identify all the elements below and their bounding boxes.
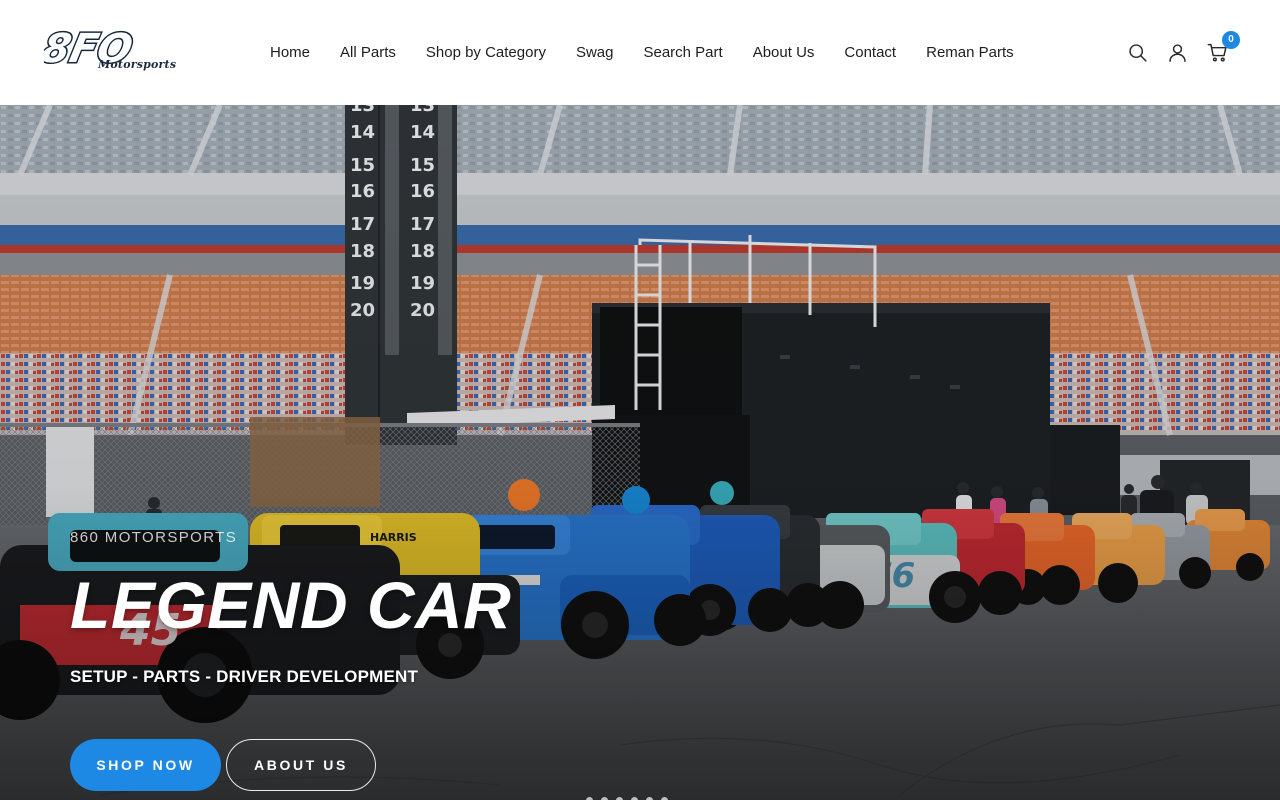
nav-reman-parts[interactable]: Reman Parts (911, 43, 1029, 63)
nav-contact[interactable]: Contact (829, 43, 911, 63)
site-header: 8FO Motorsports Home All Parts Shop by C… (0, 0, 1280, 105)
search-button[interactable] (1126, 42, 1148, 64)
logo-mark: 8FO (36, 22, 138, 72)
shop-now-button[interactable]: SHOP NOW (70, 739, 221, 791)
nav-about-us[interactable]: About Us (738, 43, 830, 63)
account-button[interactable] (1166, 42, 1188, 64)
nav-shop-by-category[interactable]: Shop by Category (411, 43, 561, 63)
nav-home[interactable]: Home (270, 43, 325, 63)
hero-banner: 13 14 15 16 17 18 19 20 13 14 15 16 17 1… (0, 105, 1280, 800)
hero-content: 860 MOTORSPORTS LEGEND CAR SETUP - PARTS… (70, 105, 770, 800)
nav-all-parts[interactable]: All Parts (325, 43, 411, 63)
nav-swag[interactable]: Swag (561, 43, 629, 63)
nav-search-part[interactable]: Search Part (628, 43, 737, 63)
search-icon (1128, 44, 1147, 62)
cart-count-badge: 0 (1222, 30, 1240, 49)
site-logo[interactable]: 8FO Motorsports (36, 22, 177, 82)
header-actions: 0 (1126, 30, 1240, 64)
logo-subtext: Motorsports (98, 57, 177, 71)
user-icon (1168, 44, 1186, 62)
hero-title: LEGEND CAR (70, 568, 512, 642)
hero-eyebrow: 860 MOTORSPORTS (70, 529, 238, 546)
main-nav: Home All Parts Shop by Category Swag Sea… (270, 43, 1029, 63)
hero-subtitle: SETUP - PARTS - DRIVER DEVELOPMENT (70, 667, 419, 686)
about-us-button[interactable]: ABOUT US (226, 739, 376, 791)
cart-button[interactable]: 0 (1206, 30, 1240, 64)
